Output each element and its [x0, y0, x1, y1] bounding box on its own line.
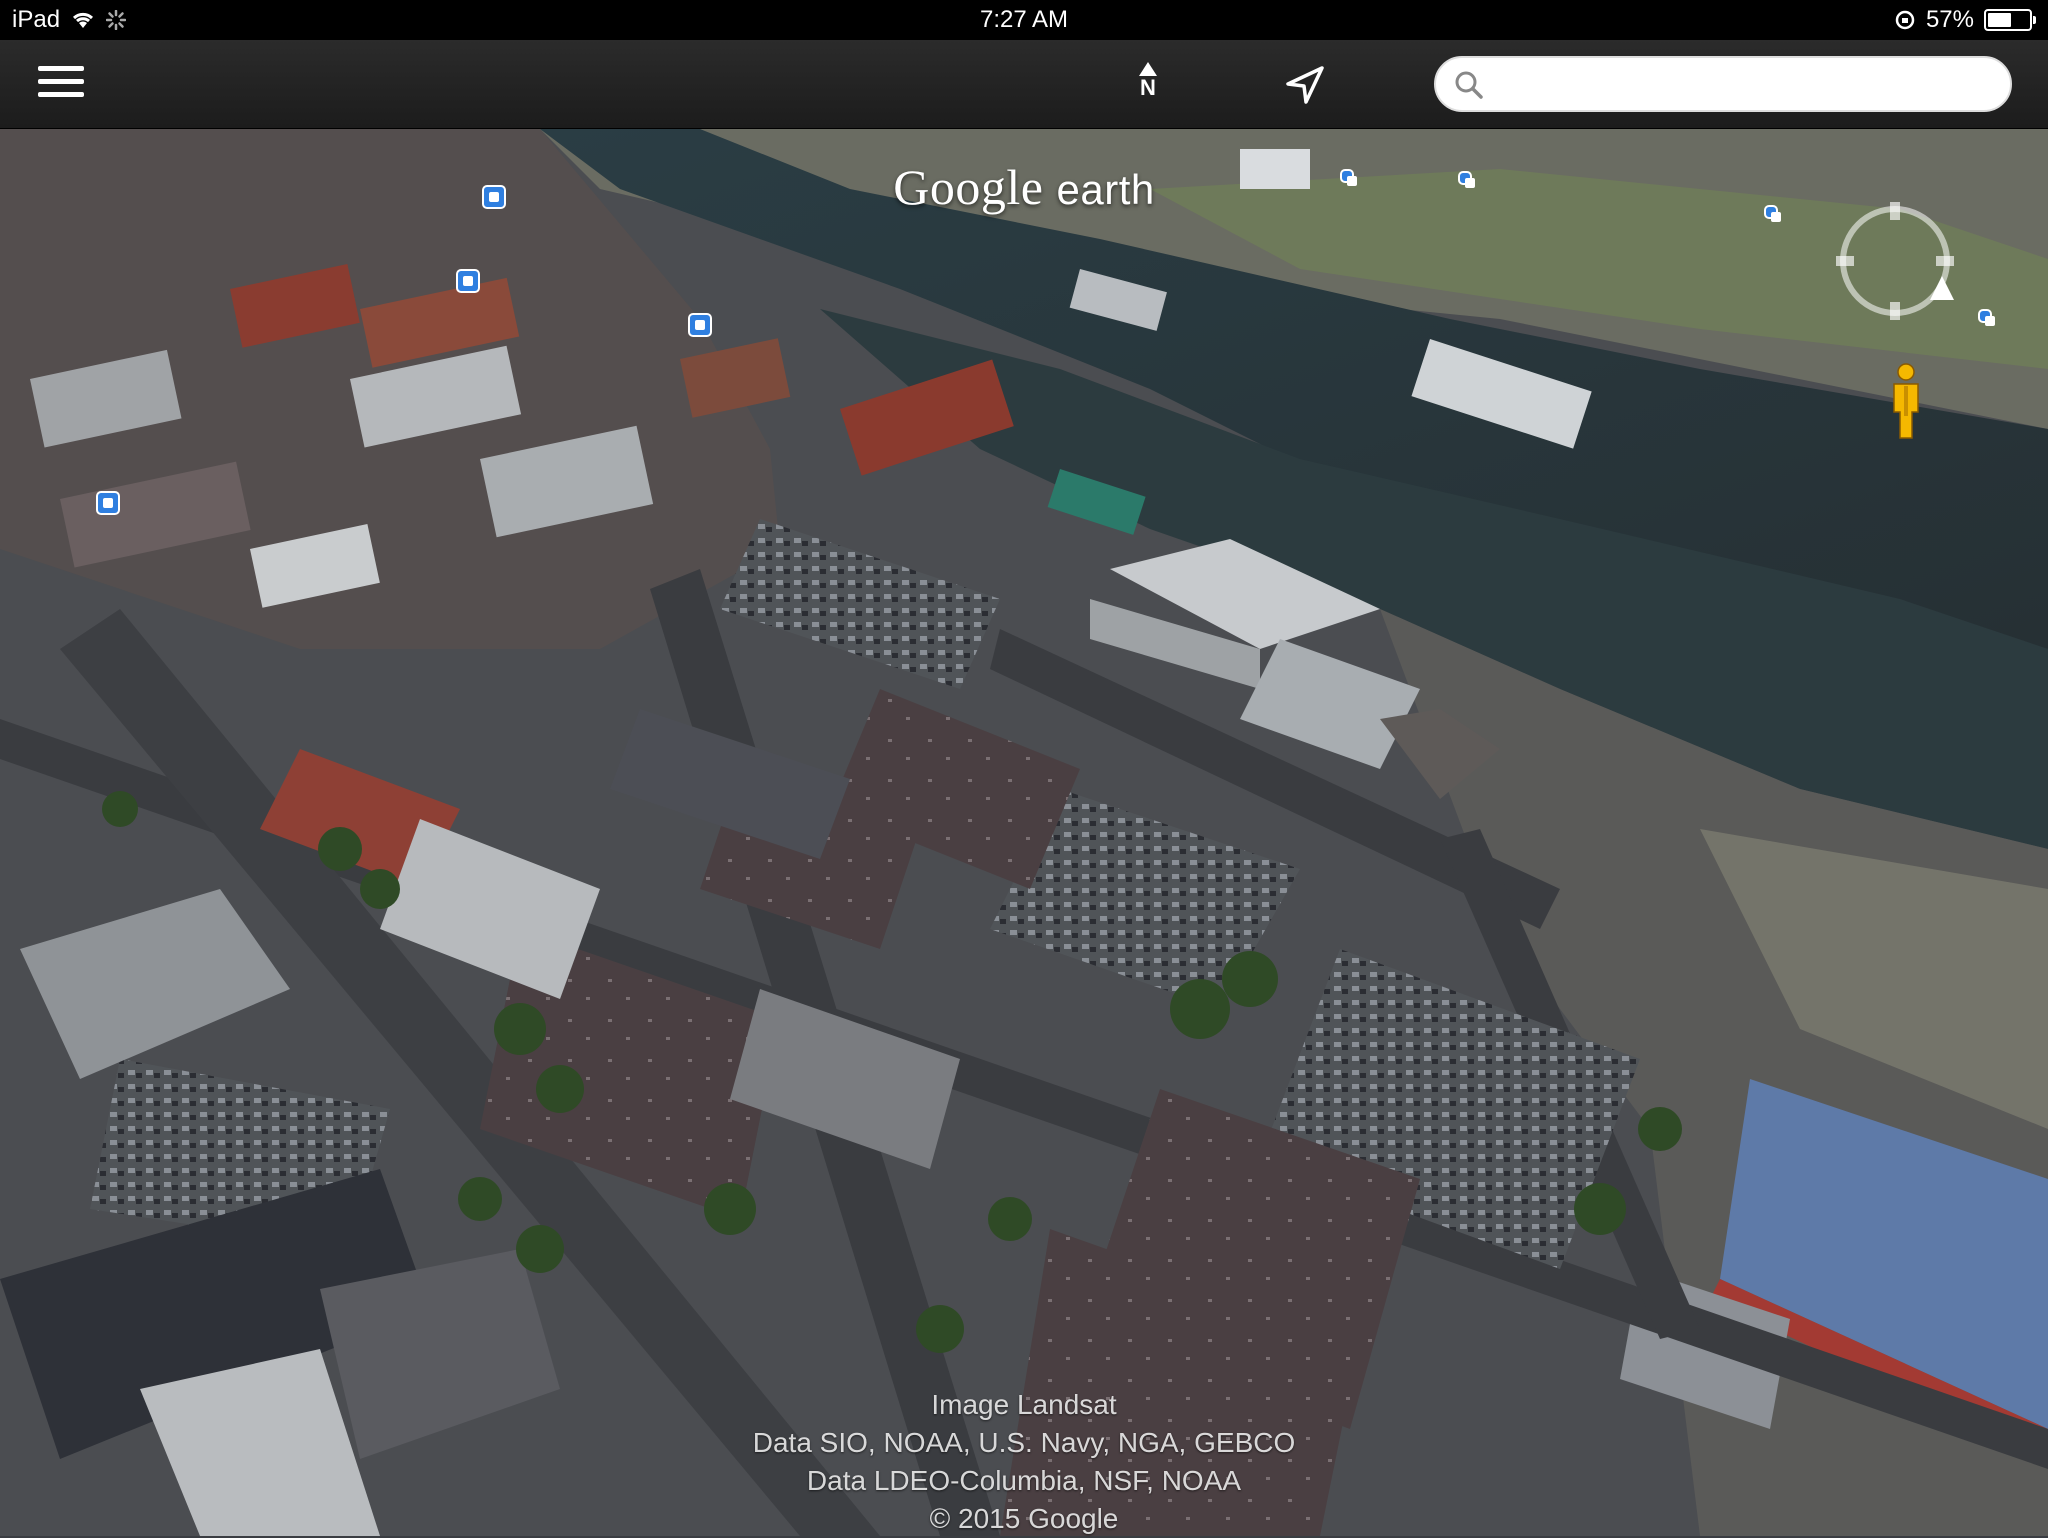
location-arrow-icon[interactable]: [1282, 62, 1328, 108]
pegman-icon[interactable]: [1886, 362, 1926, 442]
north-label: N: [1140, 75, 1156, 100]
transit-marker[interactable]: [96, 491, 120, 515]
poi-marker[interactable]: [1978, 309, 1995, 326]
compass-icon[interactable]: [1830, 196, 1960, 326]
aerial-imagery: [0, 129, 2048, 1536]
battery-percent: 57%: [1925, 6, 1974, 33]
toolbar: N: [0, 40, 2048, 129]
battery-level: [1988, 13, 2011, 27]
menu-icon: [38, 66, 84, 71]
map-view[interactable]: [0, 129, 2048, 1536]
north-button[interactable]: N: [1128, 62, 1168, 110]
map-attribution: Image Landsat Data SIO, NOAA, U.S. Navy,…: [752, 1389, 1296, 1534]
north-arrow-icon: [1139, 62, 1157, 76]
search-input[interactable]: [1496, 66, 2000, 106]
battery-icon: [1984, 9, 2036, 31]
search-icon: [1455, 71, 1483, 99]
status-bar: iPad 7:27 AM 57%: [0, 0, 2048, 40]
menu-button[interactable]: [38, 66, 84, 102]
status-time: 7:27 AM: [979, 6, 1069, 33]
transit-marker[interactable]: [688, 313, 712, 337]
transit-marker[interactable]: [456, 269, 480, 293]
rotation-lock-icon: [1895, 10, 1915, 30]
search-box[interactable]: [1434, 56, 2012, 112]
google-earth-logo: Google earth: [893, 159, 1155, 215]
